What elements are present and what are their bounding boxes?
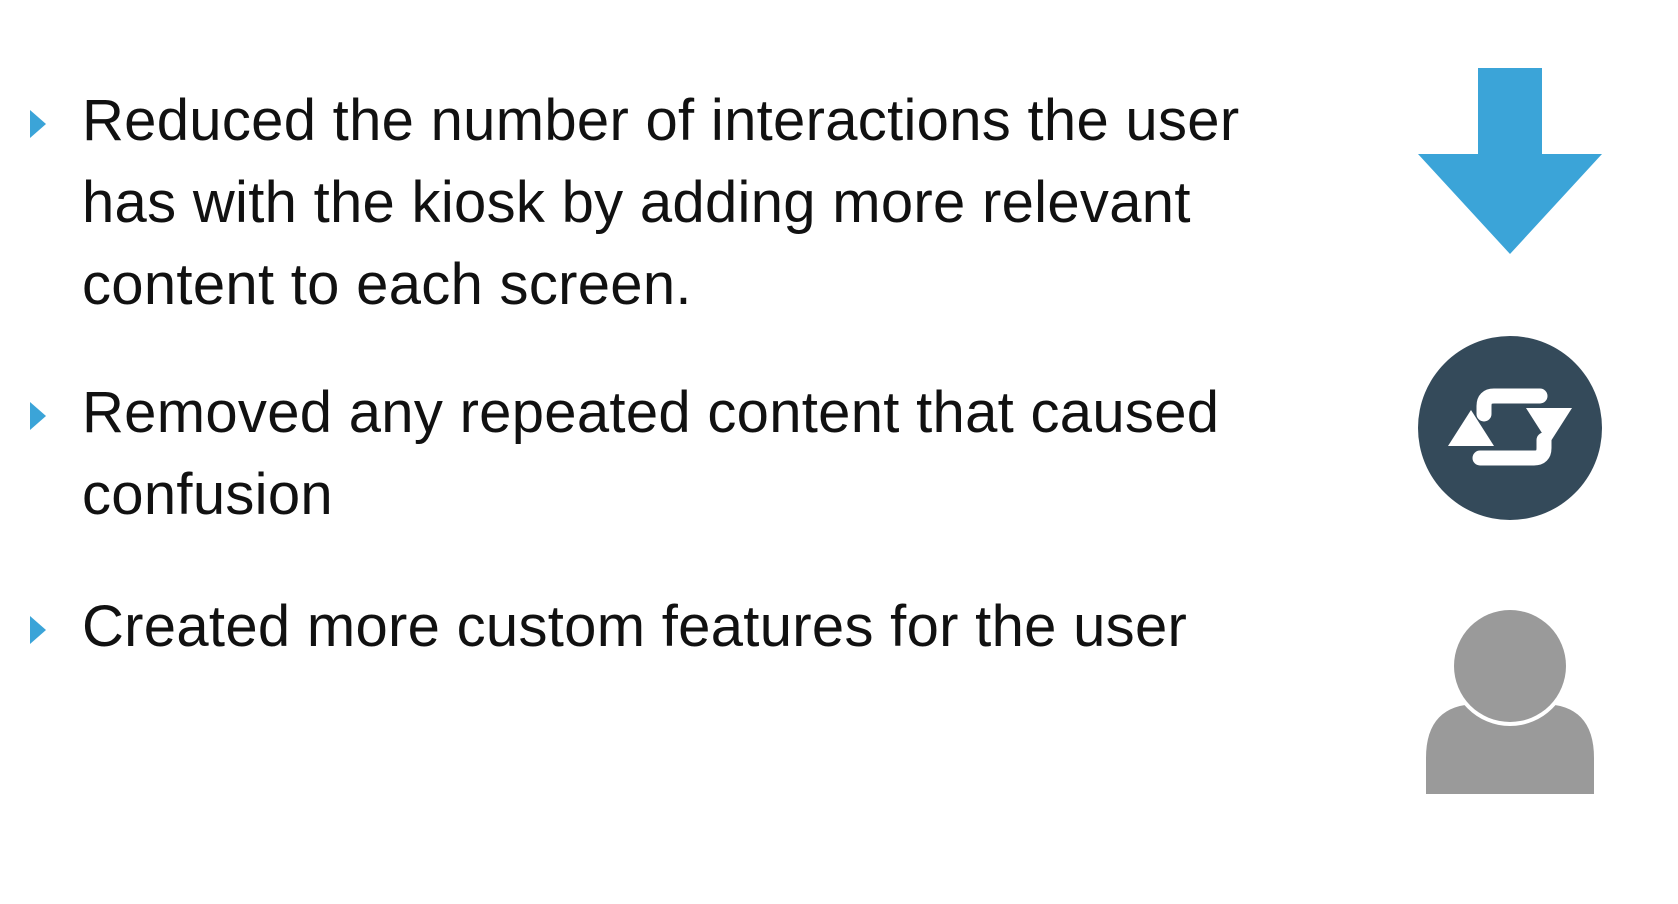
bullet-triangle-icon [30,616,46,644]
bullet-triangle-icon [30,110,46,138]
arrow-down-icon [1418,68,1602,254]
bullet-text: Removed any repeated content that caused… [82,380,1220,527]
repeat-icon [1418,336,1602,520]
bullet-text: Created more custom features for the use… [82,594,1188,659]
bullet-text: Reduced the number of interactions the u… [82,88,1240,317]
bullet-list: Reduced the number of interactions the u… [0,0,1340,904]
bullet-triangle-icon [30,402,46,430]
user-icon [1426,608,1594,794]
